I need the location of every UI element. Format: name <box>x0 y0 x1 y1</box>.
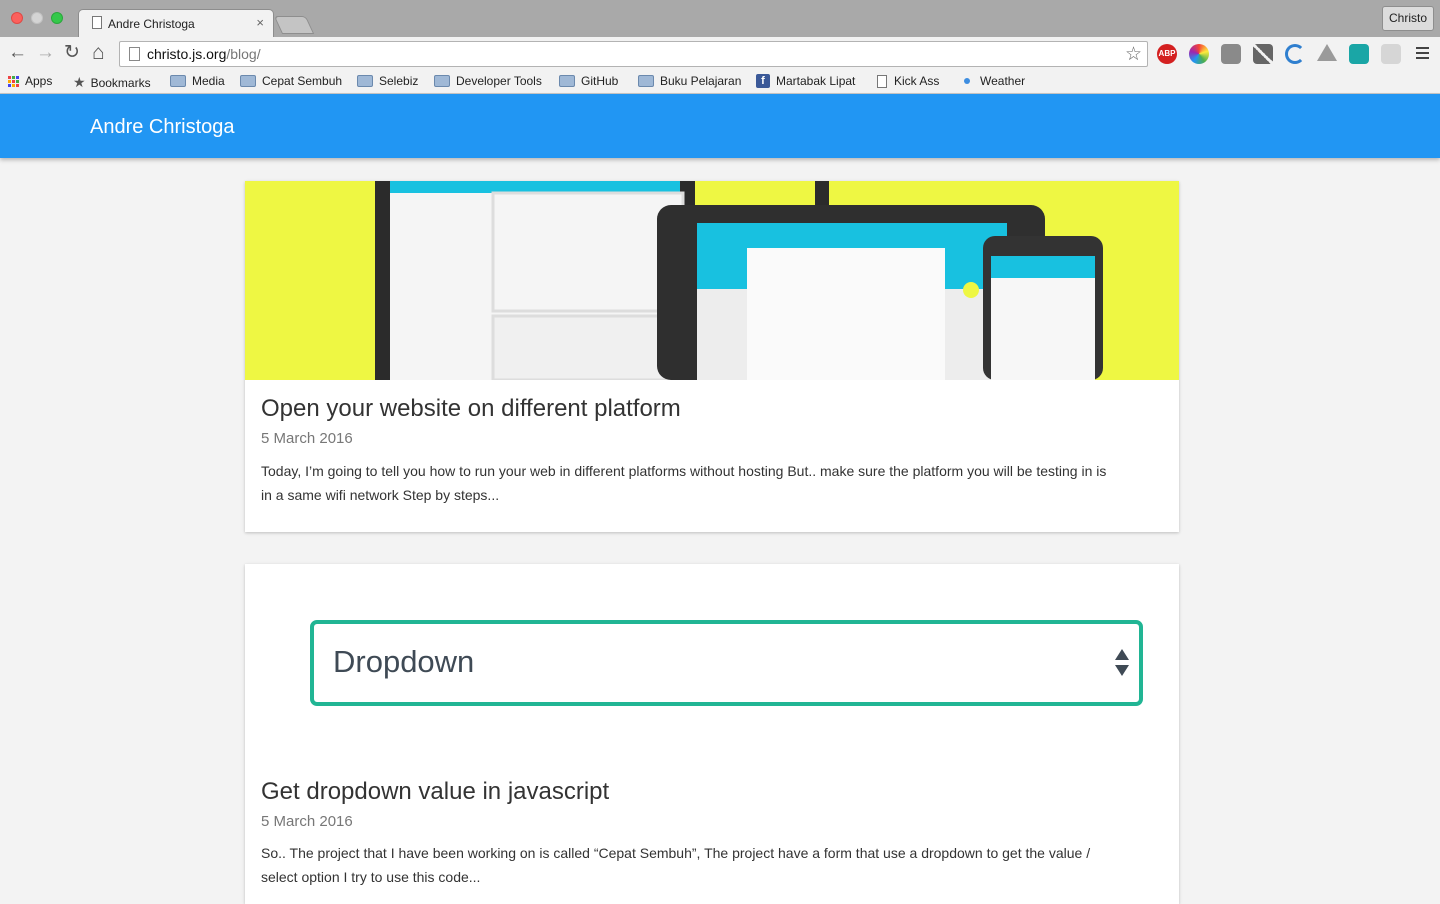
minimize-window-button[interactable] <box>31 12 43 24</box>
color-picker-icon[interactable] <box>1189 44 1209 64</box>
page-icon <box>92 16 102 29</box>
bookmarks-bar: Apps ★ Bookmarks Media Cepat Sembuh Sele… <box>0 70 1440 94</box>
folder-icon <box>357 75 373 87</box>
bookmark-developer-tools[interactable]: Developer Tools <box>434 74 542 88</box>
bookmark-cepat-sembuh[interactable]: Cepat Sembuh <box>240 74 342 88</box>
bookmark-media[interactable]: Media <box>170 74 225 88</box>
shield-icon[interactable] <box>1381 44 1401 64</box>
magic-wand-icon[interactable] <box>1253 44 1273 64</box>
dot-icon <box>964 78 970 84</box>
post-date: 5 March 2016 <box>261 430 353 447</box>
bookmark-label: Kick Ass <box>894 74 940 88</box>
folder-icon <box>559 75 575 87</box>
profile-button[interactable]: Christo <box>1382 6 1434 31</box>
bookmark-label: Weather <box>980 74 1026 88</box>
apps-grid-icon <box>8 75 19 87</box>
address-url[interactable]: christo.js.org/blog/ <box>147 46 261 62</box>
bookmark-label: Selebiz <box>379 74 419 88</box>
bookmark-selebiz[interactable]: Selebiz <box>357 74 418 88</box>
browser-toolbar: ← → ↻ ⌂ christo.js.org/blog/ ☆ ABP <box>0 37 1440 70</box>
new-tab-button[interactable] <box>273 16 315 34</box>
post-title[interactable]: Open your website on different platform <box>261 395 681 423</box>
back-icon[interactable]: ← <box>8 43 27 63</box>
post-date: 5 March 2016 <box>261 813 353 830</box>
address-bar[interactable]: christo.js.org/blog/ ☆ <box>119 41 1148 67</box>
bookmark-label: Media <box>192 74 225 88</box>
google-drive-icon[interactable] <box>1317 44 1337 61</box>
bookmark-star-icon[interactable]: ☆ <box>1125 43 1142 66</box>
menu-icon[interactable] <box>1416 47 1429 59</box>
adblock-plus-icon[interactable]: ABP <box>1157 44 1177 64</box>
bookmark-label: Developer Tools <box>456 74 542 88</box>
bookmark-label: Martabak Lipat <box>776 74 856 88</box>
devices-illustration <box>245 181 1179 380</box>
folder-icon <box>240 75 256 87</box>
bookmark-bookmarks[interactable]: ★ Bookmarks <box>73 74 151 91</box>
folder-icon <box>170 75 186 87</box>
close-tab-icon[interactable]: × <box>256 15 264 30</box>
post-image-devices <box>245 181 1179 380</box>
post-excerpt: Today, I’m going to tell you how to run … <box>261 463 1107 503</box>
bookmark-label: Bookmarks <box>90 75 151 90</box>
bookmark-weather[interactable]: Weather <box>960 74 1025 88</box>
bookmark-label: Buku Pelajaran <box>660 74 742 88</box>
star-icon: ★ <box>73 74 86 90</box>
facebook-icon: f <box>756 74 770 88</box>
dropdown-image-label: Dropdown <box>333 644 475 679</box>
bookmark-kick-ass[interactable]: Kick Ass <box>877 74 939 88</box>
wave-icon[interactable] <box>1285 44 1305 64</box>
close-window-button[interactable] <box>11 12 23 24</box>
bookmark-github[interactable]: GitHub <box>559 74 618 88</box>
folder-icon <box>638 75 654 87</box>
browser-tab[interactable]: Andre Christoga × <box>78 9 274 37</box>
post-title[interactable]: Get dropdown value in javascript <box>261 778 609 806</box>
post-card[interactable]: Dropdown Get dropdown value in javascrip… <box>245 564 1179 904</box>
post-excerpt: So.. The project that I have been workin… <box>261 845 1091 885</box>
home-icon[interactable]: ⌂ <box>92 42 105 63</box>
post-card[interactable]: Open your website on different platform … <box>245 181 1179 532</box>
page-icon <box>877 74 887 88</box>
zoom-window-button[interactable] <box>51 12 63 24</box>
chevron-down-icon <box>1115 665 1129 676</box>
page-icon <box>129 47 140 61</box>
bookmark-label: Cepat Sembuh <box>262 74 343 88</box>
browser-title-bar: Andre Christoga × Christo <box>0 0 1440 37</box>
tab-title: Andre Christoga <box>108 17 195 31</box>
folder-icon <box>434 75 450 87</box>
site-brand-link[interactable]: Andre Christoga <box>90 116 235 139</box>
bookmark-label: GitHub <box>581 74 619 88</box>
chevron-up-icon <box>1115 649 1129 660</box>
post-image-dropdown: Dropdown <box>310 620 1143 706</box>
forward-icon[interactable]: → <box>36 43 55 63</box>
reload-icon[interactable]: ↻ <box>64 43 80 63</box>
bookmark-apps[interactable]: Apps <box>8 74 52 88</box>
bookmark-buku-pelajaran[interactable]: Buku Pelajaran <box>638 74 741 88</box>
cloud-app-icon[interactable] <box>1349 44 1369 64</box>
bookmark-label: Apps <box>25 74 53 88</box>
bookmark-martabak-lipat[interactable]: f Martabak Lipat <box>756 74 855 88</box>
site-header: Andre Christoga <box>0 94 1440 158</box>
image-icon[interactable] <box>1221 44 1241 64</box>
